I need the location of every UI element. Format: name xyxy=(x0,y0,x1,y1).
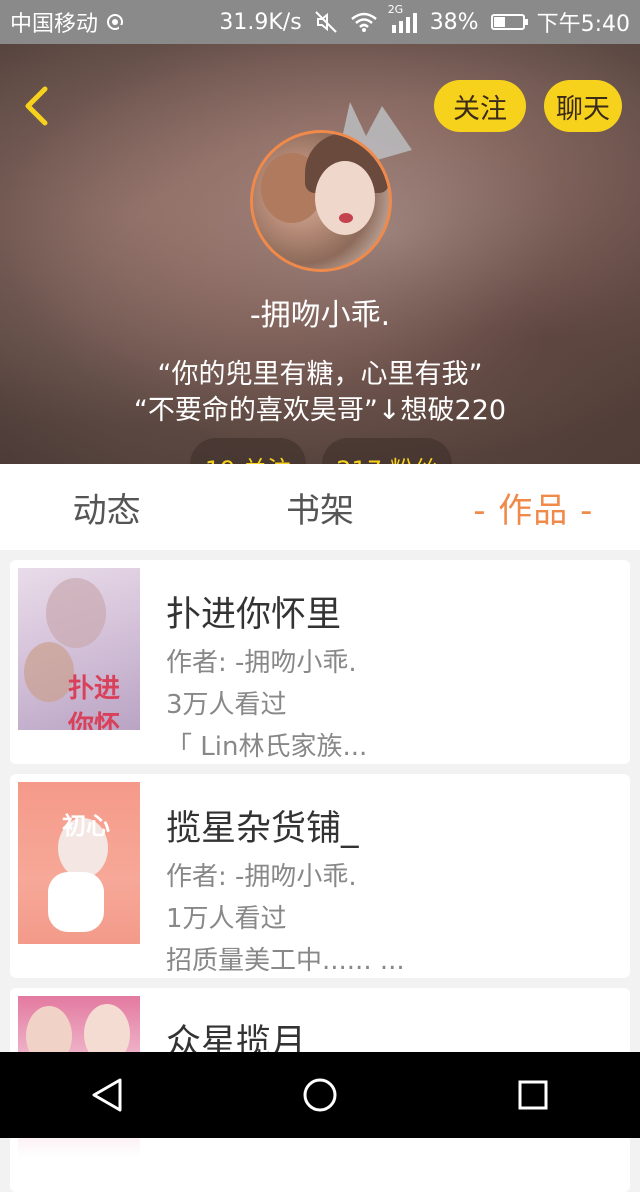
avatar-lips-shape xyxy=(339,213,353,223)
carrier-label: 中国移动 xyxy=(10,12,99,37)
book-views: 3万人看过 xyxy=(166,690,287,720)
book-author: 作者: -拥吻小乖. xyxy=(166,862,357,892)
bio-line-2: “不要命的喜欢昊哥”↓想破220 xyxy=(133,395,507,426)
tab-dynamics[interactable]: 动态 xyxy=(0,483,213,532)
avatar[interactable] xyxy=(250,130,392,272)
signal-icon: 2G xyxy=(388,3,418,33)
book-cover: 扑进你怀里 xyxy=(18,568,140,730)
wifi-icon xyxy=(350,11,378,33)
book-title: 扑进你怀里 xyxy=(166,595,342,635)
network-type-label: 2G xyxy=(387,3,404,16)
system-nav-bar xyxy=(0,1052,640,1138)
chevron-left-icon xyxy=(25,86,48,126)
list-item[interactable]: 扑进你怀里 扑进你怀里 作者: -拥吻小乖. 3万人看过 「 Lin林氏家族..… xyxy=(10,560,630,764)
book-cover-title: 扑进你怀里 xyxy=(68,674,121,730)
tab-bookshelf[interactable]: 书架 xyxy=(213,483,426,532)
clock: 下午5:40 xyxy=(536,12,630,37)
book-title: 揽星杂货铺_ xyxy=(166,809,359,849)
square-recent-icon xyxy=(518,1080,548,1110)
triangle-back-icon xyxy=(92,1078,122,1112)
nav-recent-button[interactable] xyxy=(493,1052,573,1138)
bio-line-1: “你的兜里有糖，心里有我” xyxy=(157,359,483,390)
battery-percent: 38% xyxy=(429,9,479,35)
tab-works[interactable]: - 作品 - xyxy=(427,483,640,532)
follow-button[interactable]: 关注 xyxy=(434,80,526,132)
profile-header: 关注 聊天 -拥吻小乖. “你的兜里有糖，心里有我” “不要命的喜欢昊哥”↓想破… xyxy=(0,44,640,464)
status-bar: 中国移动 31.9K/s 2G 38% 下午5:40 xyxy=(0,0,640,44)
profile-tabs: 动态 书架 - 作品 - xyxy=(0,464,640,550)
hotspot-icon xyxy=(104,11,126,33)
book-cover: 初心 xyxy=(18,782,140,944)
book-cover-title: 初心 xyxy=(62,811,110,840)
avatar-face-shape xyxy=(315,161,375,235)
nav-home-button[interactable] xyxy=(280,1052,360,1138)
book-description: 「 Lin林氏家族... xyxy=(166,732,368,762)
list-item[interactable]: 初心 揽星杂货铺_ 作者: -拥吻小乖. 1万人看过 招质量美工中...... … xyxy=(10,774,630,978)
battery-icon xyxy=(490,14,528,30)
chat-button[interactable]: 聊天 xyxy=(544,80,622,132)
back-button[interactable] xyxy=(16,84,56,128)
username: -拥吻小乖. xyxy=(249,298,391,333)
following-count-chip[interactable]: 19 关注 xyxy=(190,438,306,464)
nav-back-button[interactable] xyxy=(67,1052,147,1138)
circle-home-icon xyxy=(303,1078,337,1112)
book-description: 招质量美工中...... ... xyxy=(166,946,405,976)
mute-icon xyxy=(314,10,338,34)
fans-count-chip[interactable]: 217 粉丝 xyxy=(322,438,452,464)
network-speed: 31.9K/s xyxy=(219,9,302,35)
book-views: 1万人看过 xyxy=(166,904,287,934)
book-author: 作者: -拥吻小乖. xyxy=(166,648,357,678)
